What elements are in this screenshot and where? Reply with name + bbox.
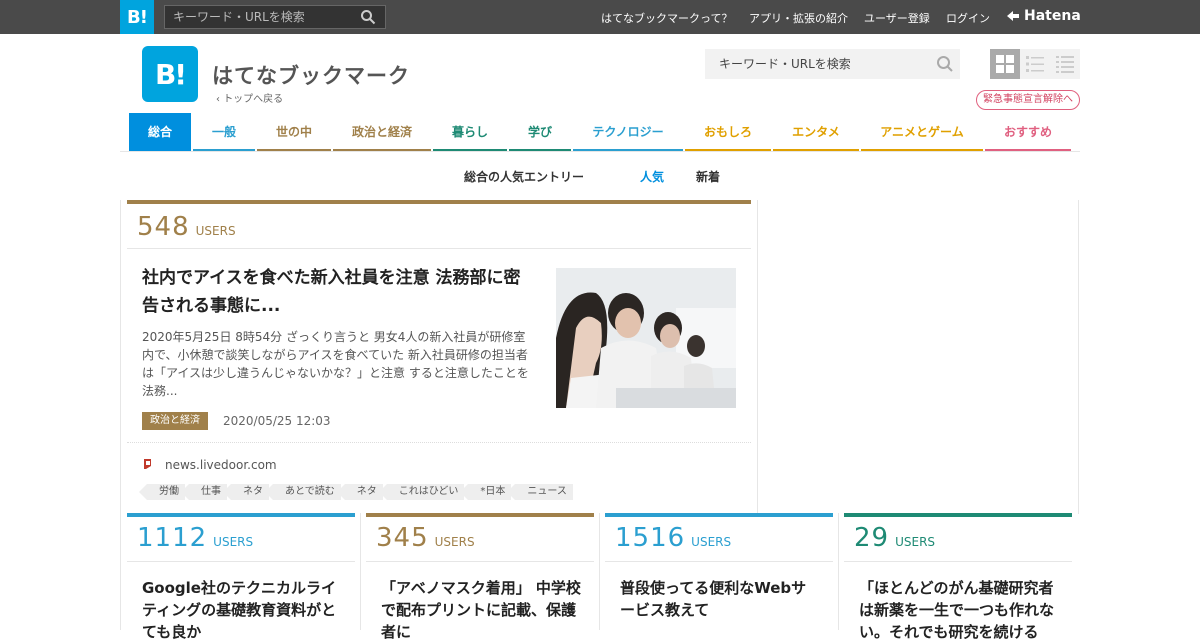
tab-anime-game[interactable]: アニメとゲーム	[861, 113, 983, 151]
users-number: 1112	[137, 523, 208, 553]
sidebar-ad-space	[757, 200, 1079, 514]
grid-icon	[996, 55, 1014, 73]
search-icon[interactable]	[936, 55, 954, 73]
entry-title[interactable]: 「ほとんどのがん基礎研究者は新薬を一生で一つも作れない。それでも研究を続ける	[859, 577, 1059, 643]
tag[interactable]: ネタ	[336, 484, 383, 500]
entry-domain[interactable]: news.livedoor.com	[165, 458, 277, 472]
users-number: 548	[137, 212, 190, 242]
tag[interactable]: これはひどい	[378, 484, 465, 500]
hatena-bird-icon	[1007, 11, 1019, 21]
tab-all[interactable]: 総合	[129, 113, 191, 151]
favicon-icon	[144, 459, 151, 469]
column-divider	[360, 513, 361, 630]
popular-entries-heading: 総合の人気エントリー	[464, 170, 585, 184]
back-to-top-label: トップへ戻る	[223, 94, 284, 105]
about-link[interactable]: はてなブックマークって？	[601, 10, 732, 26]
entry-card: 345 USERS 「アベノマスク着用」 中学校で配布プリントに記載、保護者に	[366, 513, 594, 641]
users-label: USERS	[213, 535, 254, 549]
list-view-button[interactable]	[1020, 49, 1050, 79]
tag[interactable]: ネタ	[223, 484, 269, 500]
entry-thumbnail[interactable]	[556, 268, 736, 408]
tag[interactable]: 労働	[139, 484, 185, 500]
tab-knowledge[interactable]: 学び	[509, 113, 571, 151]
column-border	[120, 200, 121, 630]
column-divider	[838, 513, 839, 630]
divider	[366, 561, 594, 562]
tag[interactable]: *日本	[460, 484, 512, 500]
search-icon[interactable]	[360, 9, 376, 25]
tab-recommended[interactable]: おすすめ	[985, 113, 1071, 151]
global-search-input[interactable]: キーワード・URLを検索	[164, 5, 386, 29]
popular-tab[interactable]: 人気	[640, 168, 664, 185]
back-to-top-link[interactable]: ‹ トップへ戻る	[216, 90, 283, 105]
featured-entry: 548 USERS 社内でアイスを食べた新入社員を注意 法務部に密告される事態に…	[127, 200, 751, 510]
hatebu-small-logo[interactable]: B!	[120, 0, 154, 34]
tag[interactable]: あとで読む	[265, 484, 341, 500]
entry-date: 2020/05/25 12:03	[223, 414, 331, 428]
apps-link[interactable]: アプリ・拡張の紹介	[749, 10, 848, 26]
hatena-logo[interactable]: Hatena	[1006, 8, 1081, 24]
grid-view-button[interactable]	[990, 49, 1020, 79]
divider	[127, 561, 355, 562]
tab-technology[interactable]: テクノロジー	[573, 113, 683, 151]
hatebu-logo[interactable]: B!	[142, 46, 198, 102]
tag-list: 労働 仕事 ネタ あとで読む ネタ これはひどい *日本 ニュース	[139, 484, 573, 500]
entry-description: 2020年5月25日 8時54分 ざっくり言うと 男女4人の新入社員が研修室内で…	[142, 330, 529, 398]
compact-view-button[interactable]	[1050, 49, 1080, 79]
trending-topic-badge[interactable]: 緊急事態宣言解除へ	[976, 90, 1080, 110]
tab-politics[interactable]: 政治と経済	[333, 113, 431, 151]
tab-entertainment[interactable]: エンタメ	[773, 113, 859, 151]
entry-title[interactable]: 普段使ってる便利なWebサービス教えて	[620, 577, 820, 621]
bookmark-count[interactable]: 1112 USERS	[137, 523, 253, 553]
divider	[844, 561, 1072, 562]
register-link[interactable]: ユーザー登録	[864, 10, 930, 26]
tab-fun[interactable]: おもしろ	[685, 113, 771, 151]
users-number: 345	[376, 523, 429, 553]
site-title[interactable]: はてなブックマーク	[212, 60, 410, 90]
column-divider	[599, 513, 600, 630]
new-tab[interactable]: 新着	[696, 168, 720, 185]
entry-title[interactable]: Google社のテクニカルライティングの基礎教育資料がとても良か	[142, 577, 342, 643]
list-icon	[1026, 56, 1044, 72]
bookmark-count[interactable]: 1516 USERS	[615, 523, 731, 553]
users-label: USERS	[434, 535, 475, 549]
entry-card: 29 USERS 「ほとんどのがん基礎研究者は新薬を一生で一つも作れない。それで…	[844, 513, 1072, 641]
compact-list-icon	[1056, 56, 1074, 73]
tab-society[interactable]: 世の中	[257, 113, 331, 151]
divider	[127, 248, 751, 249]
tab-life[interactable]: 暮らし	[433, 113, 507, 151]
office-photo-image	[556, 268, 736, 408]
divider	[605, 561, 833, 562]
category-label[interactable]: 政治と経済	[142, 412, 208, 430]
search-input[interactable]: キーワード・URLを検索	[705, 49, 960, 79]
tag[interactable]: ニュース	[507, 484, 573, 500]
bookmark-count[interactable]: 29 USERS	[854, 523, 935, 553]
bookmark-count[interactable]: 345 USERS	[376, 523, 475, 553]
tag[interactable]: 仕事	[181, 484, 227, 500]
category-divider	[120, 151, 1080, 152]
entry-title[interactable]: 社内でアイスを食べた新入社員を注意 法務部に密告される事態に...	[142, 264, 537, 320]
login-link[interactable]: ログイン	[946, 10, 990, 26]
bookmark-count[interactable]: 548 USERS	[137, 212, 236, 242]
users-label: USERS	[195, 224, 236, 238]
users-label: USERS	[691, 535, 732, 549]
users-number: 29	[854, 523, 890, 553]
entry-title[interactable]: 「アベノマスク着用」 中学校で配布プリントに記載、保護者に	[381, 577, 581, 643]
hatena-logo-text: Hatena	[1024, 8, 1081, 24]
dotted-divider	[127, 442, 751, 443]
users-number: 1516	[615, 523, 686, 553]
entry-card: 1112 USERS Google社のテクニカルライティングの基礎教育資料がとて…	[127, 513, 355, 641]
tab-general[interactable]: 一般	[193, 113, 255, 151]
global-header: B! キーワード・URLを検索 はてなブックマークって？ アプリ・拡張の紹介 ユ…	[0, 0, 1200, 34]
entry-card: 1516 USERS 普段使ってる便利なWebサービス教えて	[605, 513, 833, 630]
users-label: USERS	[895, 535, 936, 549]
